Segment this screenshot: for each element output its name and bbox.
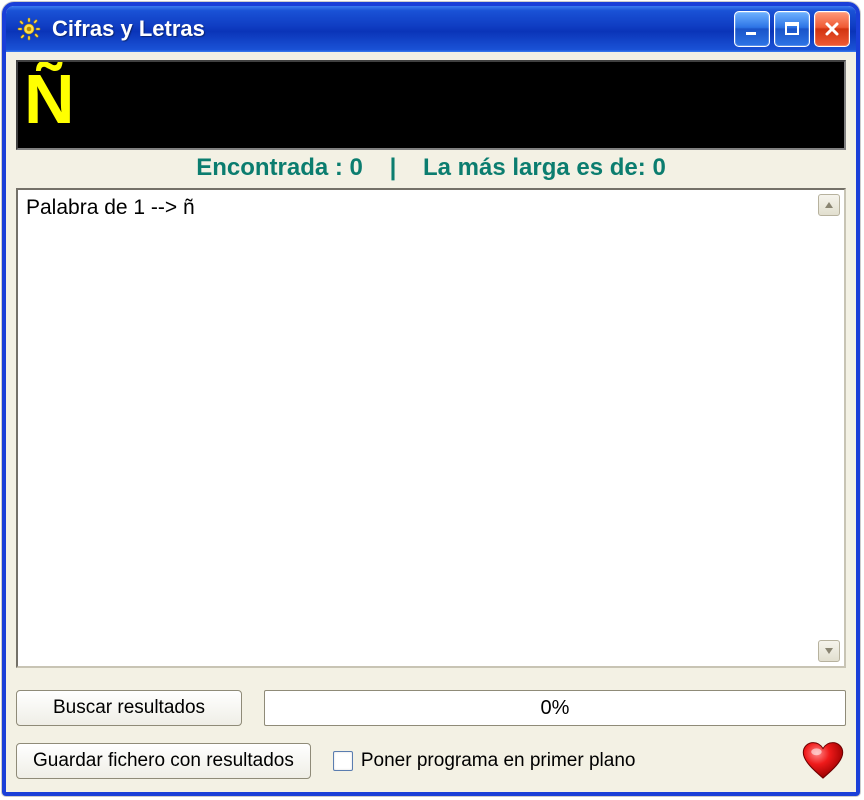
window-title: Cifras y Letras	[52, 16, 734, 42]
client-area: Ñ Encontrada : 0 | La más larga es de: 0…	[6, 52, 856, 792]
foreground-checkbox-label: Poner programa en primer plano	[361, 750, 636, 772]
maximize-button[interactable]	[774, 11, 810, 47]
progress-value: 0%	[541, 697, 570, 720]
foreground-checkbox[interactable]	[333, 751, 353, 771]
results-textarea[interactable]: Palabra de 1 --> ñ	[16, 188, 846, 668]
results-content: Palabra de 1 --> ñ	[26, 196, 195, 219]
gear-icon	[16, 16, 42, 42]
heart-icon[interactable]	[800, 740, 846, 782]
letters-display: Ñ	[16, 60, 846, 150]
status-line: Encontrada : 0 | La más larga es de: 0	[16, 150, 846, 188]
minimize-button[interactable]	[734, 11, 770, 47]
app-window: Cifras y Letras Ñ Encontrada : 0 | La má…	[2, 2, 860, 796]
titlebar[interactable]: Cifras y Letras	[6, 6, 856, 52]
status-separator: |	[390, 154, 397, 181]
longest-label: La más larga es de:	[423, 154, 646, 181]
scroll-down-button[interactable]	[818, 640, 840, 662]
found-label: Encontrada :	[196, 154, 343, 181]
save-results-button[interactable]: Guardar fichero con resultados	[16, 743, 311, 779]
search-results-button[interactable]: Buscar resultados	[16, 690, 242, 726]
close-button[interactable]	[814, 11, 850, 47]
longest-value: 0	[652, 154, 665, 181]
window-controls	[734, 11, 850, 47]
found-value: 0	[350, 154, 363, 181]
foreground-checkbox-wrap[interactable]: Poner programa en primer plano	[333, 750, 636, 772]
scroll-up-button[interactable]	[818, 194, 840, 216]
bottom-panel: Buscar resultados 0% Guardar fichero con…	[16, 668, 846, 782]
progress-bar: 0%	[264, 690, 846, 726]
